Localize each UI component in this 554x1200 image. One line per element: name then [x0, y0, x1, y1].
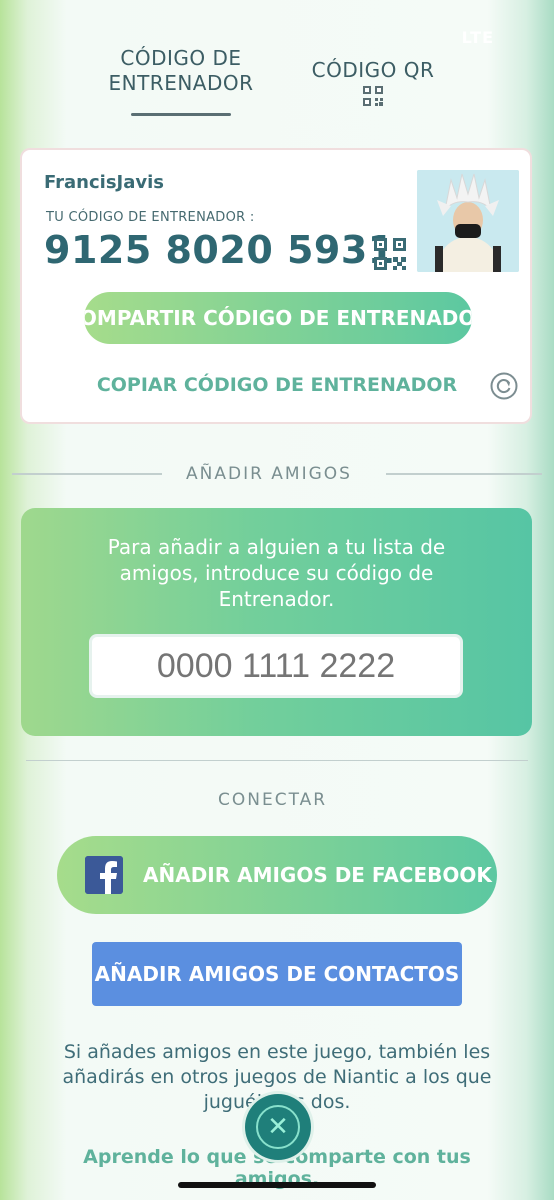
- add-facebook-friends-label: AÑADIR AMIGOS DE FACEBOOK: [143, 863, 492, 887]
- close-icon: ✕: [256, 1105, 300, 1149]
- divider-line: [386, 473, 542, 475]
- avatar-image: [417, 170, 519, 272]
- divider-line: [26, 760, 528, 761]
- divider-line: [12, 473, 162, 475]
- connect-divider: [12, 752, 542, 772]
- trainer-code-label: TU CÓDIGO DE ENTRENADOR :: [46, 210, 255, 225]
- tab-qr-code[interactable]: CÓDIGO QR: [302, 58, 444, 83]
- copy-trainer-code-button[interactable]: COPIAR CÓDIGO DE ENTRENADOR: [82, 374, 472, 396]
- facebook-icon: [85, 856, 123, 894]
- trainer-card: FrancisJavis TU CÓDIGO DE ENTRENADOR : 9…: [20, 148, 532, 424]
- tab-trainer-code[interactable]: CÓDIGO DE ENTRENADOR: [100, 46, 262, 96]
- qr-code-icon[interactable]: [374, 238, 406, 270]
- add-facebook-friends-button[interactable]: AÑADIR AMIGOS DE FACEBOOK: [57, 836, 497, 914]
- friend-code-input[interactable]: [89, 634, 463, 698]
- close-button[interactable]: ✕: [245, 1094, 311, 1160]
- share-trainer-code-button[interactable]: COMPARTIR CÓDIGO DE ENTRENADOR: [84, 292, 472, 344]
- trainer-username: FrancisJavis: [44, 172, 164, 193]
- home-indicator: [178, 1182, 376, 1188]
- connect-title: CONECTAR: [218, 790, 328, 810]
- trainer-code: 9125 8020 5931: [44, 228, 395, 272]
- refresh-icon[interactable]: [490, 372, 518, 400]
- qr-code-icon: [363, 86, 383, 106]
- add-friends-title: AÑADIR AMIGOS: [186, 464, 352, 484]
- add-friends-panel: Para añadir a alguien a tu lista de amig…: [21, 508, 532, 736]
- tab-bar: CÓDIGO DE ENTRENADOR CÓDIGO QR: [0, 40, 554, 120]
- active-tab-indicator: [131, 113, 231, 116]
- add-contacts-friends-button[interactable]: AÑADIR AMIGOS DE CONTACTOS: [92, 942, 462, 1006]
- add-friends-divider: AÑADIR AMIGOS: [12, 464, 542, 484]
- tab-qr-label: CÓDIGO QR: [311, 58, 435, 82]
- add-friends-instructions: Para añadir a alguien a tu lista de amig…: [107, 535, 446, 611]
- avatar: [417, 170, 519, 272]
